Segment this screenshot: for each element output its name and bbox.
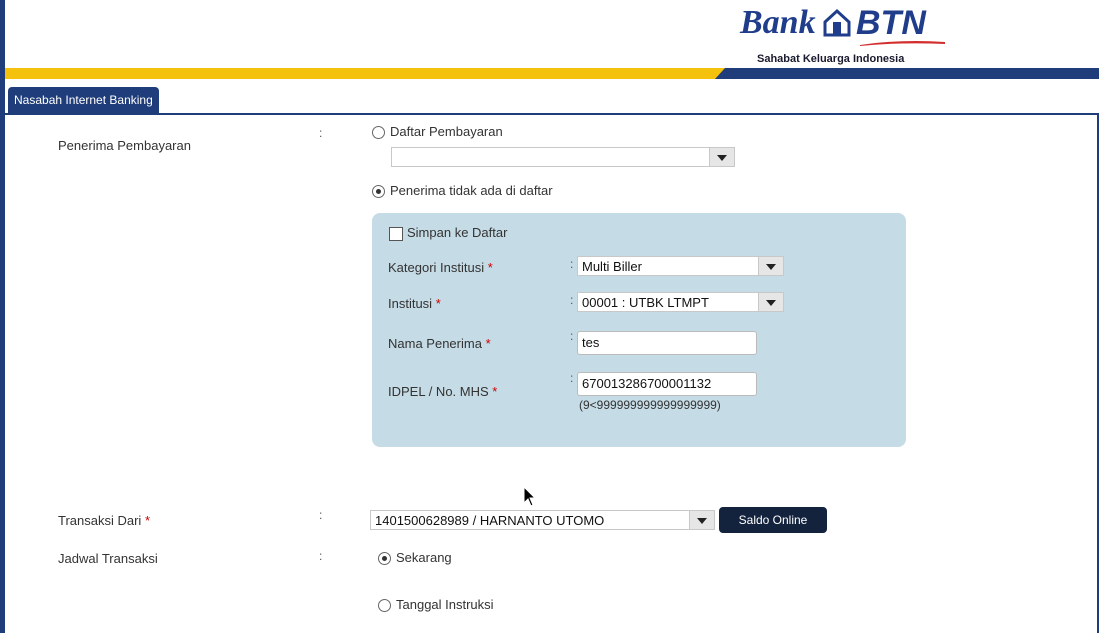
radio-daftar-pembayaran[interactable] xyxy=(372,126,385,139)
transaksi-dari-label: Transaksi Dari * xyxy=(58,513,150,528)
logo-tagline: Sahabat Keluarga Indonesia xyxy=(757,53,905,65)
chevron-down-icon[interactable] xyxy=(689,511,714,529)
sekarang-label: Sekarang xyxy=(396,550,452,565)
transaksi-colon: : xyxy=(319,508,323,522)
chevron-down-icon[interactable] xyxy=(709,148,734,166)
kategori-institusi-value: Multi Biller xyxy=(582,259,642,274)
idpel-text: IDPEL / No. MHS xyxy=(388,384,489,399)
required-mark: * xyxy=(435,296,441,311)
tanggal-instruksi-label: Tanggal Instruksi xyxy=(396,597,494,612)
tab-nasabah-internet-banking[interactable]: Nasabah Internet Banking xyxy=(8,87,159,113)
required-mark: * xyxy=(487,260,493,275)
required-mark: * xyxy=(492,384,498,399)
header-stripe-yellow xyxy=(5,68,725,79)
kategori-institusi-text: Kategori Institusi xyxy=(388,260,485,275)
nama-penerima-label: Nama Penerima * xyxy=(388,336,491,351)
transaksi-dari-text: Transaksi Dari xyxy=(58,513,142,528)
radio-tanggal-instruksi[interactable] xyxy=(378,599,391,612)
institusi-select[interactable]: 00001 : UTBK LTMPT xyxy=(577,292,784,312)
institusi-colon: : xyxy=(570,293,574,307)
penerima-tidak-ada-label: Penerima tidak ada di daftar xyxy=(390,183,553,198)
kategori-institusi-select[interactable]: Multi Biller xyxy=(577,256,784,276)
idpel-colon: : xyxy=(570,371,574,385)
nama-penerima-text: Nama Penerima xyxy=(388,336,482,351)
nama-colon: : xyxy=(570,329,574,343)
kategori-colon: : xyxy=(570,257,574,271)
jadwal-colon: : xyxy=(319,549,323,563)
chevron-down-icon[interactable] xyxy=(758,257,783,275)
idpel-label: IDPEL / No. MHS * xyxy=(388,384,497,399)
idpel-format-hint: (9<999999999999999999) xyxy=(579,398,721,412)
bank-btn-logo: Bank BTN Sahabat Keluarga Indonesia xyxy=(740,4,960,66)
transaksi-dari-value: 1401500628989 / HARNANTO UTOMO xyxy=(375,513,605,528)
institusi-value: 00001 : UTBK LTMPT xyxy=(582,295,709,310)
radio-penerima-tidak-ada[interactable] xyxy=(372,185,385,198)
penerima-colon: : xyxy=(319,126,323,140)
header-stripe-join xyxy=(715,68,725,79)
institusi-text: Institusi xyxy=(388,296,433,311)
page-header: Bank BTN Sahabat Keluarga Indonesia xyxy=(5,0,1099,68)
radio-sekarang[interactable] xyxy=(378,552,391,565)
tab-bar: Nasabah Internet Banking xyxy=(5,79,1099,115)
transaksi-dari-select[interactable]: 1401500628989 / HARNANTO UTOMO xyxy=(370,510,715,530)
logo-word-bank: Bank xyxy=(740,4,816,41)
header-stripe-blue xyxy=(725,68,1099,79)
institusi-label: Institusi * xyxy=(388,296,441,311)
mouse-pointer-icon xyxy=(523,486,537,507)
nama-penerima-input[interactable]: tes xyxy=(577,331,757,355)
penerima-label: Penerima Pembayaran xyxy=(58,138,191,153)
logo-word-btn: BTN xyxy=(856,4,926,42)
logo-swoosh-icon xyxy=(860,41,945,46)
saldo-online-button[interactable]: Saldo Online xyxy=(719,507,827,533)
chevron-down-icon[interactable] xyxy=(758,293,783,311)
required-mark: * xyxy=(485,336,491,351)
required-mark: * xyxy=(144,513,151,528)
daftar-pembayaran-label: Daftar Pembayaran xyxy=(390,124,503,139)
kategori-institusi-label: Kategori Institusi * xyxy=(388,260,493,275)
daftar-pembayaran-select[interactable] xyxy=(391,147,735,167)
house-logo-icon xyxy=(823,8,851,37)
jadwal-transaksi-label: Jadwal Transaksi xyxy=(58,551,158,566)
idpel-input[interactable]: 670013286700001132 xyxy=(577,372,757,396)
simpan-ke-daftar-label: Simpan ke Daftar xyxy=(407,225,508,240)
simpan-ke-daftar-checkbox[interactable] xyxy=(389,227,403,241)
